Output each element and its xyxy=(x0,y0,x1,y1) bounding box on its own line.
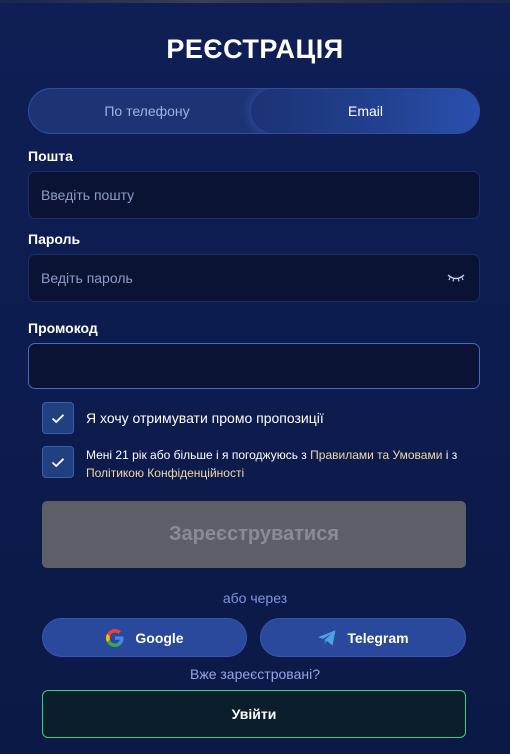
promo-offers-checkbox[interactable] xyxy=(42,402,74,434)
google-button[interactable]: Google xyxy=(42,618,247,657)
email-field-wrapper xyxy=(28,171,480,219)
telegram-button[interactable]: Telegram xyxy=(260,618,466,657)
email-input[interactable] xyxy=(29,172,479,218)
terms-prefix: Мені 21 рік або більше і я погоджуюсь з xyxy=(86,448,311,462)
already-registered-link[interactable]: Вже зареєстровані? xyxy=(0,666,510,682)
google-icon xyxy=(106,628,124,647)
password-label: Пароль xyxy=(28,231,81,247)
password-input[interactable] xyxy=(29,255,479,301)
terms-text: Мені 21 рік або більше і я погоджуюсь з … xyxy=(86,446,466,482)
promo-label: Промокод xyxy=(28,320,98,336)
promo-offers-text: Я хочу отримувати промо пропозиції xyxy=(86,410,324,426)
registration-method-tabs: По телефону Email xyxy=(28,88,480,134)
google-label: Google xyxy=(135,629,184,646)
or-via-text: або через xyxy=(222,590,288,606)
tab-email[interactable]: Email xyxy=(251,89,479,133)
privacy-link[interactable]: Політикою Конфіденційності xyxy=(86,466,244,480)
telegram-label: Telegram xyxy=(347,629,409,646)
terms-link[interactable]: Правилами та Умовами xyxy=(310,448,442,462)
eye-closed-icon[interactable] xyxy=(446,272,466,284)
page-title: РЕЄСТРАЦІЯ xyxy=(166,34,344,64)
terms-checkbox[interactable] xyxy=(42,446,74,478)
register-button[interactable]: Зареєструватися xyxy=(42,501,466,568)
promo-field-wrapper xyxy=(28,343,480,389)
password-field-wrapper xyxy=(28,254,480,302)
checkmark-icon xyxy=(51,413,65,423)
tab-phone[interactable]: По телефону xyxy=(29,89,265,133)
promo-input[interactable] xyxy=(29,344,479,388)
terms-middle: і з xyxy=(442,448,458,462)
checkmark-icon xyxy=(51,457,65,467)
telegram-icon xyxy=(318,629,336,645)
email-label: Пошта xyxy=(28,148,73,164)
login-button[interactable]: Увійти xyxy=(42,690,466,738)
